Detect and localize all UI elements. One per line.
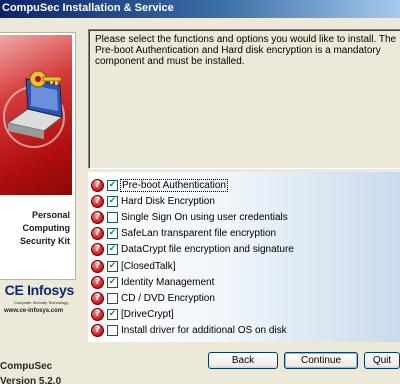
option-checkbox[interactable]: ✔	[107, 260, 118, 272]
secure-laptop-key-icon	[3, 70, 65, 148]
option-row: ? ✔ Identity Management	[88, 274, 400, 290]
branding-panel: Personal Computing Security Kit	[0, 32, 76, 280]
option-row: ? ✔ [DriveCrypt]	[88, 307, 400, 323]
description-box: Please select the functions and options …	[88, 29, 400, 169]
help-icon[interactable]: ?	[91, 210, 104, 224]
option-label[interactable]: Single Sign On using user credentials	[121, 212, 288, 223]
option-row: ? ✔ SafeLan transparent file encryption	[88, 226, 400, 242]
help-icon[interactable]: ?	[91, 243, 104, 257]
option-checkbox[interactable]: ✔	[107, 228, 118, 240]
option-checkbox[interactable]: ✔	[107, 309, 118, 321]
product-name-line1: Personal Computing	[22, 210, 71, 233]
option-row: ? ✔ Pre-boot Authentication	[88, 177, 400, 193]
product-illustration	[0, 35, 72, 195]
option-label[interactable]: Hard Disk Encryption	[121, 196, 215, 207]
help-icon[interactable]: ?	[91, 275, 104, 289]
product-name-line2: Security Kit	[19, 236, 70, 246]
option-checkbox[interactable]: ✔	[107, 244, 118, 256]
logo-text: CE Infosys	[4, 282, 75, 298]
option-checkbox[interactable]: ✔	[107, 195, 118, 207]
continue-button[interactable]: Continue	[284, 352, 358, 369]
window-title: CompuSec Installation & Service	[0, 0, 400, 18]
option-row: ? CD / DVD Encryption	[88, 290, 400, 306]
option-row: ? ✔ [ClosedTalk]	[88, 258, 400, 274]
options-panel: ? ✔ Pre-boot Authentication? ✔ Hard Disk Enc…	[88, 172, 400, 342]
help-icon[interactable]: ?	[91, 227, 104, 241]
option-label[interactable]: [ClosedTalk]	[121, 261, 175, 272]
option-checkbox[interactable]	[107, 325, 118, 337]
option-checkbox[interactable]: ✔	[107, 179, 118, 191]
option-row: ? Single Sign On using user credentials	[88, 209, 400, 225]
option-label[interactable]: Pre-boot Authentication	[120, 178, 228, 192]
product-name: Personal Computing Security Kit	[0, 209, 72, 248]
logo-url: www.ce-infosys.com	[4, 308, 64, 314]
option-label[interactable]: Install driver for additional OS on disk	[121, 325, 287, 336]
option-row: ? Install driver for additional OS on dis…	[88, 323, 400, 339]
logo-tagline: Computer Security Technology	[14, 300, 69, 305]
option-label[interactable]: [DriveCrypt]	[121, 309, 174, 320]
brand-name: CompuSec	[0, 361, 53, 372]
option-checkbox[interactable]: ✔	[107, 276, 118, 288]
option-row: ? ✔ DataCrypt file encryption and signatur…	[88, 242, 400, 258]
option-label[interactable]: Identity Management	[121, 277, 214, 288]
back-button[interactable]: Back	[208, 352, 278, 369]
version-label: Version 5.2.0	[0, 376, 62, 384]
help-icon[interactable]: ?	[91, 178, 104, 192]
help-icon[interactable]: ?	[91, 308, 104, 322]
option-label[interactable]: SafeLan transparent file encryption	[121, 228, 276, 239]
option-label[interactable]: DataCrypt file encryption and signature	[121, 244, 294, 255]
option-row: ? ✔ Hard Disk Encryption	[88, 193, 400, 209]
option-label[interactable]: CD / DVD Encryption	[121, 293, 215, 304]
branding-sidebar: Personal Computing Security Kit CE Infos…	[0, 18, 84, 384]
option-checkbox[interactable]	[107, 211, 118, 223]
help-icon[interactable]: ?	[91, 259, 104, 273]
company-logo: CE Infosys Computer Security Technology …	[0, 280, 76, 344]
help-icon[interactable]: ?	[91, 324, 104, 338]
quit-button[interactable]: Quit	[364, 352, 400, 369]
option-checkbox[interactable]	[107, 292, 118, 304]
help-icon[interactable]: ?	[91, 194, 104, 208]
help-icon[interactable]: ?	[91, 291, 104, 305]
